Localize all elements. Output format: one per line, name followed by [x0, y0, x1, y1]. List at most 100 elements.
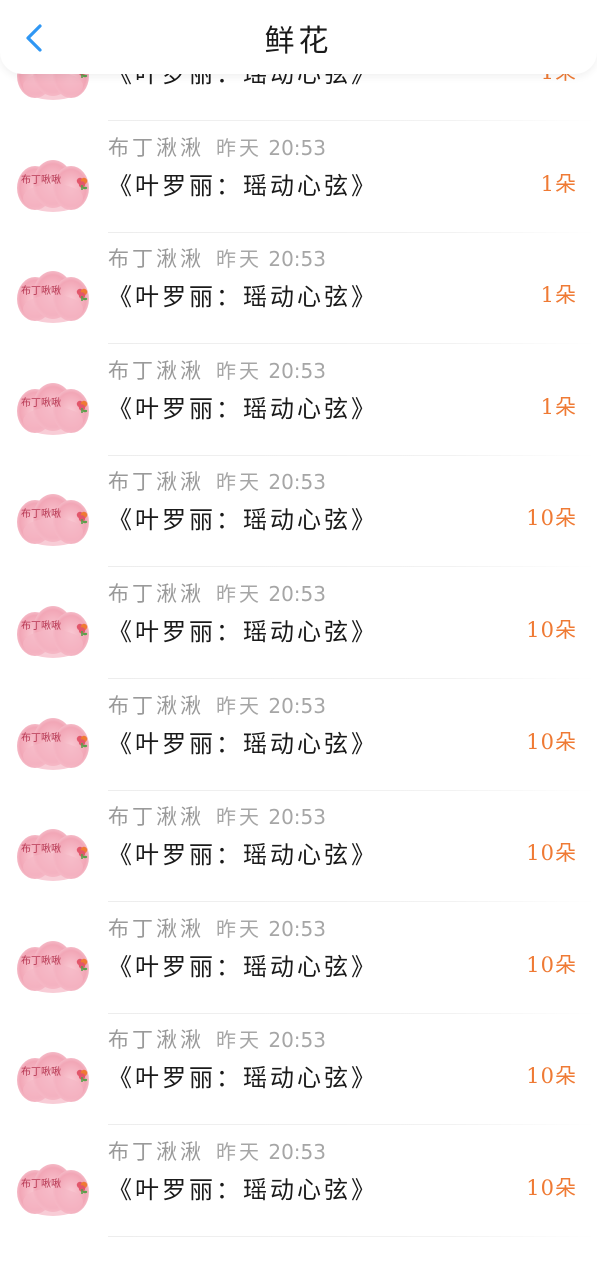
avatar-caption: 布丁啾啾 — [21, 732, 61, 744]
avatar[interactable]: 布丁啾啾 — [17, 158, 89, 214]
sender-name: 布丁湫湫 — [108, 582, 204, 606]
timestamp-day: 昨天 — [216, 135, 262, 160]
timestamp-clock: 20:53 — [268, 470, 326, 495]
top-nav-bar: 鲜花 — [0, 0, 597, 74]
timestamp-day: 昨天 — [216, 582, 262, 606]
avatar[interactable]: 布丁啾啾 — [17, 381, 89, 437]
avatar[interactable]: 布丁啾啾 — [17, 492, 89, 548]
sender-name: 布丁湫湫 — [108, 358, 204, 383]
gift-row[interactable]: 布丁啾啾 布丁湫湫 昨天 20:53 《叶罗丽：瑶动心弦》 10朵 — [0, 903, 597, 1014]
timestamp-clock: 20:53 — [268, 135, 326, 160]
flower-count: 1朵 — [540, 171, 577, 196]
sender-name: 布丁湫湫 — [108, 1140, 204, 1164]
timestamp: 昨天 20:53 — [216, 243, 326, 272]
book-title: 《叶罗丽：瑶动心弦》 — [108, 283, 378, 312]
avatar[interactable]: 布丁啾啾 — [17, 604, 89, 660]
timestamp-clock: 20:53 — [268, 916, 326, 941]
timestamp-clock: 20:53 — [268, 1028, 326, 1053]
flowers-page: 布丁啾啾 布丁湫湫 昨天 20:53 《叶罗丽：瑶动心弦》 1朵 — [0, 0, 597, 1280]
avatar[interactable]: 布丁啾啾 — [17, 939, 89, 995]
flower-count: 1朵 — [540, 283, 577, 308]
gift-row[interactable]: 布丁啾啾 布丁湫湫 昨天 20:53 《叶罗丽：瑶动心弦》 1朵 — [0, 345, 597, 456]
timestamp-day: 昨天 — [216, 805, 262, 830]
timestamp-day: 昨天 — [216, 916, 262, 941]
avatar[interactable]: 布丁啾啾 — [17, 1162, 89, 1218]
flower-icon — [76, 1181, 88, 1194]
flower-count: 10朵 — [526, 618, 577, 642]
gift-row[interactable]: 布丁啾啾 布丁湫湫 昨天 20:53 《叶罗丽：瑶动心弦》 10朵 — [0, 1014, 597, 1126]
timestamp-day: 昨天 — [216, 1028, 262, 1053]
flower-icon — [76, 623, 88, 636]
gift-row[interactable]: 布丁啾啾 布丁湫湫 昨天 20:53 《叶罗丽：瑶动心弦》 10朵 — [0, 680, 597, 791]
avatar[interactable]: 布丁啾啾 — [17, 827, 89, 883]
avatar-caption: 布丁啾啾 — [21, 509, 61, 521]
avatar-caption: 布丁啾啾 — [21, 174, 61, 186]
timestamp-day: 昨天 — [216, 247, 262, 272]
avatar-caption: 布丁啾啾 — [21, 844, 61, 856]
avatar[interactable]: 布丁啾啾 — [17, 269, 89, 325]
gift-row[interactable]: 布丁啾啾 布丁湫湫 昨天 20:53 《叶罗丽：瑶动心弦》 10朵 — [0, 791, 597, 903]
gift-row[interactable]: 布丁啾啾 布丁湫湫 昨天 20:53 《叶罗丽：瑶动心弦》 1朵 — [0, 233, 597, 345]
flower-count: 10朵 — [526, 506, 577, 531]
page-title: 鲜花 — [264, 24, 333, 59]
sender-name: 布丁湫湫 — [108, 805, 204, 830]
flower-icon — [76, 958, 88, 971]
row-divider — [108, 1236, 597, 1237]
avatar-caption: 布丁啾啾 — [21, 1067, 61, 1079]
timestamp-clock: 20:53 — [268, 358, 326, 383]
timestamp: 昨天 20:53 — [216, 801, 326, 830]
timestamp-day: 昨天 — [216, 1140, 262, 1164]
flower-icon — [76, 400, 88, 413]
flower-count: 10朵 — [526, 952, 577, 977]
timestamp-day: 昨天 — [216, 470, 262, 495]
sender-name: 布丁湫湫 — [108, 916, 204, 941]
timestamp-clock: 20:53 — [268, 693, 326, 718]
book-title: 《叶罗丽：瑶动心弦》 — [108, 841, 378, 870]
timestamp-day: 昨天 — [216, 358, 262, 383]
sender-name: 布丁湫湫 — [108, 135, 204, 160]
timestamp-day: 昨天 — [216, 693, 262, 718]
avatar-caption: 布丁啾啾 — [21, 397, 61, 409]
gift-row[interactable]: 布丁啾啾 布丁湫湫 昨天 20:53 《叶罗丽：瑶动心弦》 1朵 — [0, 122, 597, 233]
avatar-caption: 布丁啾啾 — [21, 1179, 61, 1190]
flower-count: 1朵 — [540, 394, 577, 419]
book-title: 《叶罗丽：瑶动心弦》 — [108, 729, 378, 758]
timestamp: 昨天 20:53 — [216, 1024, 326, 1053]
flower-count: 10朵 — [526, 729, 577, 754]
timestamp: 昨天 20:53 — [216, 355, 326, 384]
book-title: 《叶罗丽：瑶动心弦》 — [108, 618, 378, 646]
avatar-caption: 布丁啾啾 — [21, 955, 61, 967]
sender-name: 布丁湫湫 — [108, 470, 204, 495]
avatar[interactable]: 布丁啾啾 — [17, 1050, 89, 1106]
book-title: 《叶罗丽：瑶动心弦》 — [108, 1064, 378, 1093]
gift-row[interactable]: 布丁啾啾 布丁湫湫 昨天 20:53 《叶罗丽：瑶动心弦》 10朵 — [0, 1126, 597, 1237]
timestamp: 昨天 20:53 — [216, 466, 326, 495]
timestamp: 昨天 20:53 — [216, 690, 326, 719]
timestamp-clock: 20:53 — [268, 805, 326, 830]
sender-name: 布丁湫湫 — [108, 247, 204, 272]
timestamp-clock: 20:53 — [268, 247, 326, 272]
flower-icon — [76, 512, 88, 525]
timestamp: 昨天 20:53 — [216, 913, 326, 942]
timestamp-clock: 20:53 — [268, 582, 326, 606]
sender-name: 布丁湫湫 — [108, 693, 204, 718]
flower-icon — [76, 1070, 88, 1083]
gift-row[interactable]: 布丁啾啾 布丁湫湫 昨天 20:53 《叶罗丽：瑶动心弦》 10朵 — [0, 456, 597, 568]
flower-icon — [76, 177, 88, 190]
timestamp-clock: 20:53 — [268, 1140, 326, 1164]
gift-row[interactable]: 布丁啾啾 布丁湫湫 昨天 20:53 《叶罗丽：瑶动心弦》 10朵 — [0, 568, 597, 679]
flower-count: 10朵 — [526, 1064, 577, 1089]
avatar-caption: 布丁啾啾 — [21, 621, 61, 632]
flower-icon — [76, 288, 88, 302]
book-title: 《叶罗丽：瑶动心弦》 — [108, 952, 378, 981]
book-title: 《叶罗丽：瑶动心弦》 — [108, 1176, 378, 1204]
sender-name: 布丁湫湫 — [108, 1028, 204, 1053]
flower-icon — [76, 846, 88, 860]
avatar-caption: 布丁啾啾 — [21, 286, 61, 298]
book-title: 《叶罗丽：瑶动心弦》 — [108, 171, 378, 200]
flower-count: 10朵 — [526, 1176, 577, 1200]
timestamp: 昨天 20:53 — [216, 1136, 326, 1165]
timestamp: 昨天 20:53 — [216, 578, 326, 607]
timestamp: 昨天 20:53 — [216, 132, 326, 161]
avatar[interactable]: 布丁啾啾 — [17, 716, 89, 772]
